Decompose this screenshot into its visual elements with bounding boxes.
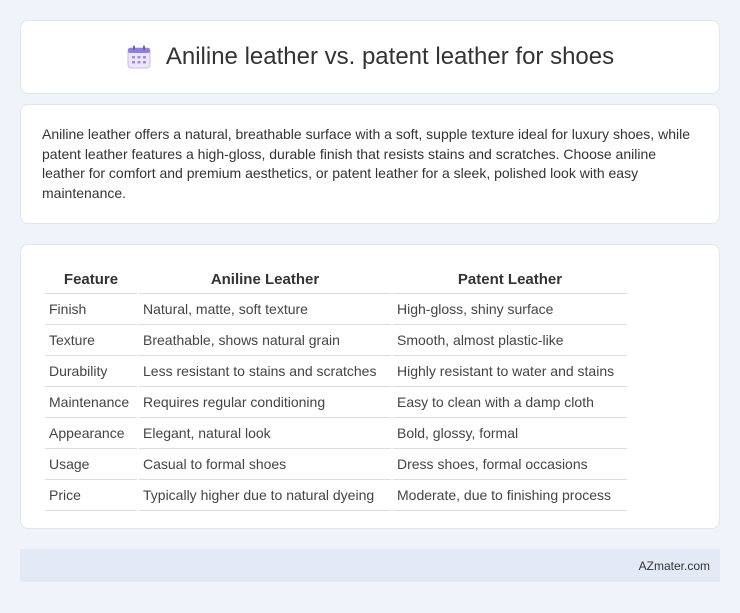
page-title: Aniline leather vs. patent leather for s…: [165, 43, 615, 70]
footer: AZmater.com: [20, 549, 720, 582]
title-wrap: Aniline leather vs. patent leather for s…: [126, 43, 614, 71]
row-patent-cell: Dress shoes, formal occasions: [393, 449, 627, 480]
comparison-table: Feature Aniline Leather Patent Leather F…: [43, 265, 629, 511]
table-row: Appearance Elegant, natural look Bold, g…: [45, 418, 627, 449]
row-aniline-cell: Breathable, shows natural grain: [139, 325, 391, 356]
row-aniline-cell: Elegant, natural look: [139, 418, 391, 449]
row-patent-cell: Bold, glossy, formal: [393, 418, 627, 449]
row-aniline-cell: Requires regular conditioning: [139, 387, 391, 418]
row-feature-cell: Finish: [45, 294, 137, 325]
row-feature-cell: Price: [45, 480, 137, 511]
table-row: Durability Less resistant to stains and …: [45, 356, 627, 387]
row-feature-cell: Texture: [45, 325, 137, 356]
table-row: Finish Natural, matte, soft texture High…: [45, 294, 627, 325]
table-row: Texture Breathable, shows natural grain …: [45, 325, 627, 356]
summary-text: Aniline leather offers a natural, breath…: [42, 126, 690, 201]
comparison-table-card: Feature Aniline Leather Patent Leather F…: [20, 244, 720, 529]
row-aniline-cell: Natural, matte, soft texture: [139, 294, 391, 325]
table-header-row: Feature Aniline Leather Patent Leather: [45, 265, 627, 294]
row-aniline-cell: Typically higher due to natural dyeing: [139, 480, 391, 511]
table-row: Maintenance Requires regular conditionin…: [45, 387, 627, 418]
row-feature-cell: Usage: [45, 449, 137, 480]
title-card: Aniline leather vs. patent leather for s…: [20, 20, 720, 94]
row-feature-cell: Maintenance: [45, 387, 137, 418]
footer-brand: AZmater.com: [638, 558, 710, 573]
table-row: Price Typically higher due to natural dy…: [45, 480, 627, 511]
summary-card: Aniline leather offers a natural, breath…: [20, 104, 720, 224]
column-header-aniline: Aniline Leather: [139, 265, 391, 294]
table-row: Usage Casual to formal shoes Dress shoes…: [45, 449, 627, 480]
row-patent-cell: Moderate, due to finishing process: [393, 480, 627, 511]
column-header-feature: Feature: [45, 265, 137, 294]
row-aniline-cell: Casual to formal shoes: [139, 449, 391, 480]
column-header-patent: Patent Leather: [393, 265, 627, 294]
row-patent-cell: Highly resistant to water and stains: [393, 356, 627, 387]
row-feature-cell: Durability: [45, 356, 137, 387]
row-patent-cell: Easy to clean with a damp cloth: [393, 387, 627, 418]
row-patent-cell: Smooth, almost plastic-like: [393, 325, 627, 356]
row-aniline-cell: Less resistant to stains and scratches: [139, 356, 391, 387]
row-feature-cell: Appearance: [45, 418, 137, 449]
row-patent-cell: High-gloss, shiny surface: [393, 294, 627, 325]
calendar-icon: [126, 44, 152, 70]
